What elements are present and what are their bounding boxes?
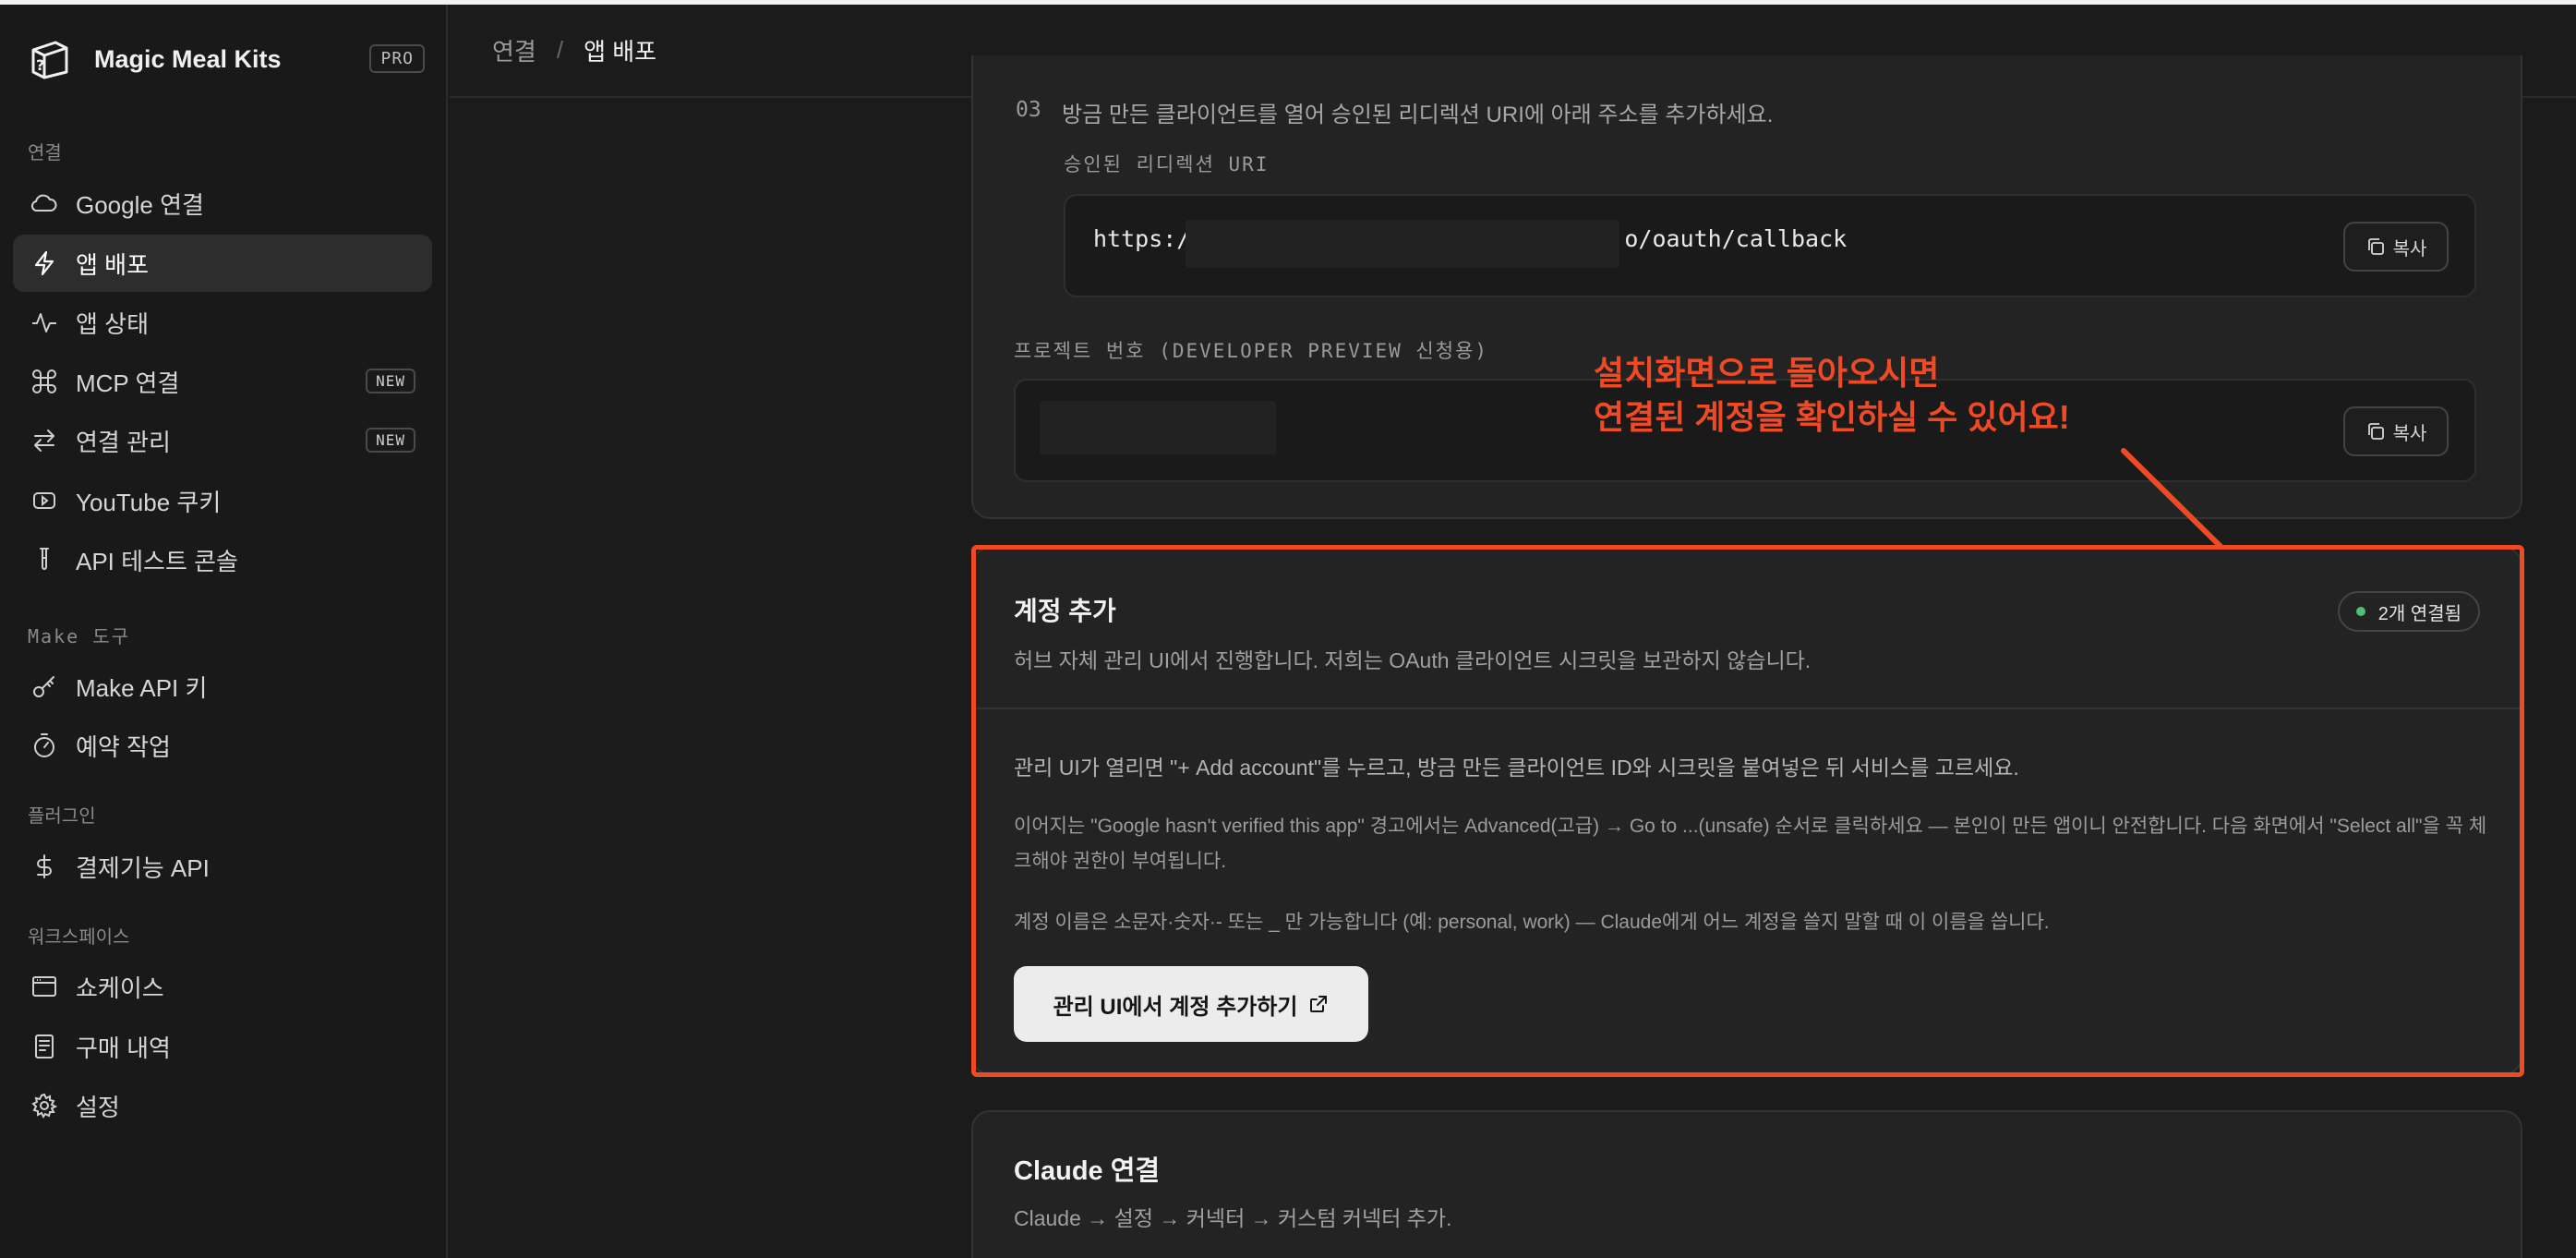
sidebar-item-app-deploy[interactable]: 앱 배포 xyxy=(13,235,432,292)
connected-count: 2개 연결됨 xyxy=(2377,603,2462,624)
new-badge: NEW xyxy=(366,369,415,393)
brand-name: Magic Meal Kits xyxy=(94,44,282,73)
command-icon xyxy=(32,369,56,393)
redirect-uri-card: 03 방금 만든 클라이언트를 열어 승인된 리디렉션 URI에 아래 주소를 … xyxy=(971,55,2522,519)
sidebar-item-label: 구매 내역 xyxy=(76,1034,171,1062)
copy-label: 복사 xyxy=(2392,423,2427,444)
redacted-project-number xyxy=(1040,401,1276,454)
sidebar-item-label: Google 연결 xyxy=(76,190,204,219)
copy-project-number-button[interactable]: 복사 xyxy=(2343,406,2449,456)
redacted-region xyxy=(1186,220,1619,268)
sidebar-item-label: 연결 관리 xyxy=(76,428,171,456)
sidebar-item-label: 앱 상태 xyxy=(76,309,149,338)
connected-status-badge: 2개 연결됨 xyxy=(2337,591,2480,632)
browser-icon xyxy=(32,976,56,997)
claude-connect-subtitle: Claude → 설정 → 커넥터 → 커스텀 커넥터 추가. xyxy=(1014,1206,1452,1230)
instruction-3: 계정 이름은 소문자·숫자·- 또는 _ 만 가능합니다 (예: persona… xyxy=(1014,912,2050,933)
sidebar-item-mcp[interactable]: MCP 연결 NEW xyxy=(13,353,432,410)
section-label-make-tools: Make 도구 xyxy=(28,625,131,647)
step-number: 03 xyxy=(1016,98,1041,122)
uri-suffix: o/oauth/callback xyxy=(1624,225,1848,252)
box-logo-icon: ? xyxy=(31,41,68,79)
divider xyxy=(973,708,2521,709)
claude-connect-title: Claude 연결 xyxy=(1014,1156,1161,1186)
section-label-workspace: 워크스페이스 xyxy=(28,927,130,948)
sidebar-item-label: 설정 xyxy=(76,1093,120,1121)
sidebar-item-label: 결제기능 API xyxy=(76,853,210,882)
sidebar-item-label: 앱 배포 xyxy=(76,250,149,279)
sidebar-item-google[interactable]: Google 연결 xyxy=(13,175,432,232)
add-account-in-admin-ui-button[interactable]: 관리 UI에서 계정 추가하기 xyxy=(1014,966,1368,1042)
uri-prefix: https:/ xyxy=(1093,225,1191,252)
status-dot xyxy=(2355,607,2365,616)
sidebar-item-label: MCP 연결 xyxy=(76,369,180,397)
receipt-icon xyxy=(35,1034,54,1058)
test-tube-icon xyxy=(40,548,49,570)
add-account-card: 계정 추가 허브 자체 관리 UI에서 진행합니다. 저희는 OAuth 클라이… xyxy=(971,547,2522,1075)
annotation-line-1: 설치화면으로 돌아오시면 xyxy=(1594,354,1940,392)
new-badge: NEW xyxy=(366,428,415,453)
add-account-title: 계정 추가 xyxy=(1014,597,1116,625)
instruction-1: 관리 UI가 열리면 "+ Add account"를 누르고, 방금 만든 클… xyxy=(1014,756,2019,780)
external-link-icon xyxy=(1310,996,1328,1012)
sidebar-item-youtube[interactable]: YouTube 쿠키 xyxy=(13,472,432,529)
cloud-icon xyxy=(30,194,57,212)
timer-icon xyxy=(34,733,54,757)
claude-connect-card: Claude 연결 Claude → 설정 → 커넥터 → 커스텀 커넥터 추가… xyxy=(971,1110,2522,1258)
breadcrumb-parent[interactable]: 연결 xyxy=(492,33,536,67)
key-icon xyxy=(33,676,54,697)
redirect-uri-label: 승인된 리디렉션 URI xyxy=(1064,153,1270,175)
sidebar-item-label: YouTube 쿠키 xyxy=(76,488,222,516)
sidebar-item-api-console[interactable]: API 테스트 콘솔 xyxy=(13,531,432,588)
instruction-2: 이어지는 "Google hasn't verified this app" 경… xyxy=(1014,816,2487,872)
svg-text:?: ? xyxy=(36,56,44,74)
sidebar-item-payment-api[interactable]: 결제기능 API xyxy=(13,838,432,895)
redirect-uri-box: https:/ o/oauth/callback 복사 xyxy=(1064,194,2476,297)
add-account-subtitle: 허브 자체 관리 UI에서 진행합니다. 저희는 OAuth 클라이언트 시크릿… xyxy=(1014,648,1812,672)
arrows-icon xyxy=(34,429,54,452)
youtube-icon xyxy=(33,492,55,509)
step-text: 방금 만든 클라이언트를 열어 승인된 리디렉션 URI에 아래 주소를 추가하… xyxy=(1062,103,1774,127)
sidebar-item-scheduled-jobs[interactable]: 예약 작업 xyxy=(13,717,432,774)
breadcrumb-current: 앱 배포 xyxy=(584,38,657,66)
sidebar-item-make-api-key[interactable]: Make API 키 xyxy=(13,658,432,715)
sidebar-item-label: 쇼케이스 xyxy=(76,974,164,1002)
bolt-icon xyxy=(34,250,54,276)
cta-label: 관리 UI에서 계정 추가하기 xyxy=(1053,994,1298,1020)
sidebar-item-settings[interactable]: 설정 xyxy=(13,1077,432,1134)
annotation-line-2: 연결된 계정을 확인하실 수 있어요! xyxy=(1594,398,2070,436)
pro-badge: PRO xyxy=(369,44,425,73)
section-label-plugins: 플러그인 xyxy=(28,806,96,827)
dollar-icon xyxy=(37,854,52,878)
brand[interactable]: ? Magic Meal Kits PRO xyxy=(28,34,425,84)
sidebar-item-label: Make API 키 xyxy=(76,673,208,702)
sidebar-item-label: API 테스트 콘솔 xyxy=(76,547,238,575)
section-label-connect: 연결 xyxy=(28,143,62,163)
copy-icon xyxy=(2367,423,2384,440)
sidebar-item-app-status[interactable]: 앱 상태 xyxy=(13,294,432,351)
sidebar-item-showcase[interactable]: 쇼케이스 xyxy=(13,958,432,1015)
annotation-text: 설치화면으로 돌아오시면 연결된 계정을 확인하실 수 있어요! xyxy=(1594,351,2070,440)
sidebar-item-connection-manage[interactable]: 연결 관리 NEW xyxy=(13,412,432,469)
copy-uri-button[interactable]: 복사 xyxy=(2343,222,2449,272)
sidebar-item-label: 예약 작업 xyxy=(76,732,171,761)
copy-icon xyxy=(2367,238,2384,255)
breadcrumb-separator: / xyxy=(556,36,564,64)
project-number-label: 프로젝트 번호 (DEVELOPER PREVIEW 신청용) xyxy=(1014,340,1489,362)
sidebar-item-purchases[interactable]: 구매 내역 xyxy=(13,1018,432,1075)
sidebar: ? Magic Meal Kits PRO 연결 Google 연결 앱 배포 … xyxy=(0,5,448,1258)
copy-label: 복사 xyxy=(2392,238,2427,260)
gear-icon xyxy=(31,1093,58,1119)
activity-icon xyxy=(32,313,56,333)
